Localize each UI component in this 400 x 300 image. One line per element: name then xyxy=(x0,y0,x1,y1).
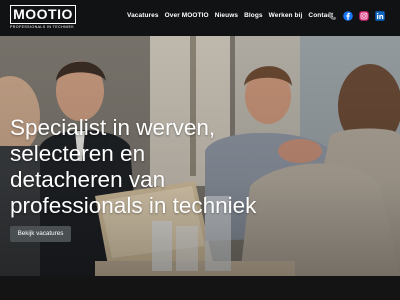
nav-blogs[interactable]: Blogs xyxy=(244,12,263,19)
nav-werken-bij[interactable]: Werken bij xyxy=(269,12,303,19)
nav-nieuws[interactable]: Nieuws xyxy=(215,12,238,19)
social-icons xyxy=(327,11,385,21)
logo-tagline: PROFESSIONALS IN TECHNIEK xyxy=(10,25,75,29)
bottom-strip xyxy=(0,276,400,300)
headline-line-3: detacheren van xyxy=(10,167,166,192)
top-navigation-bar: MOOTIO PROFESSIONALS IN TECHNIEK Vacatur… xyxy=(0,0,400,36)
headline-line-1: Specialist in werven, xyxy=(10,115,216,140)
instagram-icon[interactable] xyxy=(359,11,369,21)
logo-wordmark: MOOTIO xyxy=(10,5,76,24)
mootio-logo[interactable]: MOOTIO PROFESSIONALS IN TECHNIEK xyxy=(10,5,76,31)
phone-icon[interactable] xyxy=(327,11,337,21)
nav-vacatures[interactable]: Vacatures xyxy=(127,12,159,19)
hero-banner: Specialist in werven, selecteren en deta… xyxy=(0,36,400,276)
headline-line-2: selecteren en xyxy=(10,141,146,166)
linkedin-icon[interactable] xyxy=(375,11,385,21)
hero-headline: Specialist in werven, selecteren en deta… xyxy=(10,115,280,219)
facebook-icon[interactable] xyxy=(343,11,353,21)
headline-line-4: professionals in techniek xyxy=(10,193,257,218)
bekijk-vacatures-button[interactable]: Bekijk vacatures xyxy=(10,226,71,242)
main-nav: Vacatures Over MOOTIO Nieuws Blogs Werke… xyxy=(127,12,333,19)
nav-over-mootio[interactable]: Over MOOTIO xyxy=(165,12,209,19)
